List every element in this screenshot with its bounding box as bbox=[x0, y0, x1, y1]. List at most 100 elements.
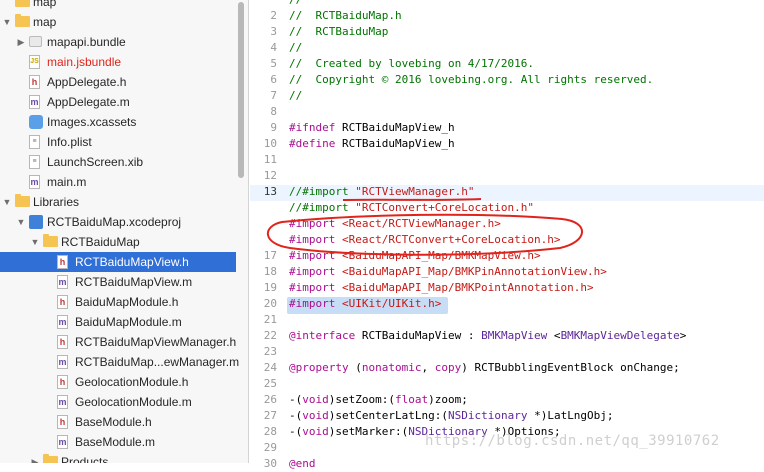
navigator-item[interactable]: Images.xcassets bbox=[0, 112, 236, 132]
disclosure-open-icon[interactable]: ▼ bbox=[16, 216, 26, 228]
navigator-item[interactable]: ▼ RCTBaiduMap bbox=[0, 232, 236, 252]
disclosure-closed-icon[interactable]: ▶ bbox=[30, 456, 40, 463]
code-line[interactable]: #import <React/RCTConvert+CoreLocation.h… bbox=[289, 232, 561, 248]
navigator-item[interactable]: h BaiduMapModule.h bbox=[0, 292, 236, 312]
code-line[interactable]: // Copyright © 2016 lovebing.org. All ri… bbox=[289, 72, 653, 88]
code-token: // Copyright © 2016 lovebing.org. All ri… bbox=[289, 73, 654, 86]
line-number: 18 bbox=[263, 265, 277, 278]
code-token: < bbox=[547, 329, 561, 342]
line-number: 24 bbox=[263, 361, 277, 374]
implementation-file-icon: m bbox=[29, 175, 40, 189]
navigator-item[interactable]: ≡ Info.plist bbox=[0, 132, 236, 152]
navigator-item[interactable]: ≡ LaunchScreen.xib bbox=[0, 152, 236, 172]
implementation-file-icon: m bbox=[57, 315, 68, 329]
code-line[interactable]: #import <BaiduMapAPI_Map/BMKPointAnnotat… bbox=[289, 280, 594, 296]
navigator-item[interactable]: ▼ Libraries bbox=[0, 192, 236, 212]
navigator-item[interactable]: ▶ mapapi.bundle bbox=[0, 32, 236, 52]
line-number: 30 bbox=[263, 457, 277, 470]
navigator-item[interactable]: h BaseModule.h bbox=[0, 412, 236, 432]
code-line[interactable]: // bbox=[289, 88, 302, 104]
code-token: #import bbox=[289, 233, 336, 246]
code-token: // Created by lovebing on 4/17/2016. bbox=[289, 57, 535, 70]
code-line[interactable]: #import <BaiduMapAPI_Map/BMKMapView.h> bbox=[289, 248, 541, 264]
code-token: @end bbox=[289, 457, 316, 470]
code-line[interactable]: #define RCTBaiduMapView_h bbox=[289, 136, 455, 152]
code-token: *)LatLngObj; bbox=[527, 409, 614, 422]
code-token: #import bbox=[289, 281, 336, 294]
code-line[interactable]: #import <UIKit/UIKit.h> bbox=[289, 296, 441, 312]
disclosure-open-icon[interactable]: ▼ bbox=[2, 196, 12, 208]
line-number: 19 bbox=[263, 281, 277, 294]
code-line[interactable]: // bbox=[289, 40, 302, 56]
code-line[interactable]: // bbox=[289, 0, 302, 8]
line-number: 26 bbox=[263, 393, 277, 406]
header-file-icon: h bbox=[57, 295, 68, 309]
line-number: 11 bbox=[263, 153, 277, 166]
code-token: ( bbox=[348, 361, 362, 374]
navigator-item[interactable]: h GeolocationModule.h bbox=[0, 372, 236, 392]
disclosure-closed-icon[interactable]: ▶ bbox=[16, 36, 26, 48]
code-token: @property bbox=[289, 361, 349, 374]
code-line[interactable]: //#import "RCTConvert+CoreLocation.h" bbox=[289, 200, 534, 216]
navigator-item[interactable]: JS main.jsbundle bbox=[0, 52, 236, 72]
navigator-item-label: Libraries bbox=[33, 195, 80, 209]
navigator-item-label: RCTBaiduMap...ewManager.m bbox=[75, 355, 240, 369]
code-token: )setCenterLatLng:( bbox=[328, 409, 448, 422]
navigator-item[interactable]: m GeolocationModule.m bbox=[0, 392, 236, 412]
navigator-item[interactable]: m BaiduMapModule.m bbox=[0, 312, 236, 332]
code-token: <BaiduMapAPI_Map/BMKMapView.h> bbox=[341, 249, 541, 262]
code-token: nonatomic bbox=[361, 361, 422, 374]
navigator-item[interactable]: map bbox=[0, 0, 236, 12]
navigator-item[interactable]: ▼ RCTBaiduMap.xcodeproj bbox=[0, 212, 236, 232]
code-line[interactable]: -(void)setZoom:(float)zoom; bbox=[289, 392, 468, 408]
header-file-icon: h bbox=[57, 255, 68, 269]
navigator-item[interactable]: m main.m bbox=[0, 172, 236, 192]
code-line[interactable]: @interface RCTBaiduMapView : BMKMapView … bbox=[289, 328, 686, 344]
code-line[interactable]: -(void)setCenterLatLng:(NSDictionary *)L… bbox=[289, 408, 614, 424]
navigator-item[interactable]: m RCTBaiduMap...ewManager.m bbox=[0, 352, 240, 372]
code-token: )zoom; bbox=[428, 393, 468, 406]
code-line[interactable]: #import <React/RCTViewManager.h> bbox=[289, 216, 501, 232]
line-number: 25 bbox=[263, 377, 277, 390]
code-token: "RCTViewManager.h" bbox=[355, 185, 475, 198]
header-file-icon: h bbox=[57, 335, 68, 349]
js-file-icon: JS bbox=[29, 55, 40, 69]
navigator-item[interactable]: ▶ Products bbox=[0, 452, 236, 463]
navigator-item-label: AppDelegate.m bbox=[47, 95, 130, 109]
navigator-item[interactable]: h RCTBaiduMapViewManager.h bbox=[0, 332, 236, 352]
code-token: copy bbox=[434, 361, 462, 374]
code-token: BMKMapView bbox=[481, 329, 548, 342]
navigator-item[interactable]: ▼ map bbox=[0, 12, 236, 32]
navigator-item[interactable]: m RCTBaiduMapView.m bbox=[0, 272, 236, 292]
folder-icon bbox=[15, 194, 30, 207]
navigator-item[interactable]: h AppDelegate.h bbox=[0, 72, 236, 92]
code-line[interactable]: //#import "RCTViewManager.h" bbox=[289, 184, 474, 200]
line-number: 20 bbox=[263, 297, 277, 310]
code-line[interactable]: @end bbox=[289, 456, 316, 472]
line-number: 22 bbox=[263, 329, 277, 342]
line-number: 12 bbox=[263, 169, 277, 182]
line-number: 6 bbox=[270, 73, 277, 86]
code-token: )setMarker:( bbox=[328, 425, 409, 438]
code-line[interactable]: #ifndef RCTBaiduMapView_h bbox=[289, 120, 455, 136]
code-token: "RCTConvert+CoreLocation.h" bbox=[355, 201, 535, 214]
disclosure-open-icon[interactable]: ▼ bbox=[2, 16, 12, 28]
navigator-item-label: BaseModule.h bbox=[75, 415, 152, 429]
navigator-item[interactable]: h RCTBaiduMapView.h bbox=[0, 252, 236, 272]
code-line[interactable]: // RCTBaiduMap bbox=[289, 24, 388, 40]
navigator-scrollbar[interactable] bbox=[238, 2, 244, 178]
code-line[interactable]: #import <BaiduMapAPI_Map/BMKPinAnnotatio… bbox=[289, 264, 607, 280]
code-token: #ifndef bbox=[289, 121, 336, 134]
code-token: #import bbox=[289, 265, 336, 278]
disclosure-open-icon[interactable]: ▼ bbox=[30, 236, 40, 248]
code-line[interactable]: // Created by lovebing on 4/17/2016. bbox=[289, 56, 534, 72]
navigator-item[interactable]: m AppDelegate.m bbox=[0, 92, 236, 112]
implementation-file-icon: m bbox=[57, 435, 68, 449]
asset-catalog-icon bbox=[29, 115, 43, 129]
navigator-item[interactable]: m BaseModule.m bbox=[0, 432, 236, 452]
navigator-item-label: RCTBaiduMapViewManager.h bbox=[75, 335, 237, 349]
navigator-item-label: main.jsbundle bbox=[47, 55, 122, 69]
code-token: , bbox=[421, 361, 435, 374]
code-line[interactable]: @property (nonatomic, copy) RCTBubblingE… bbox=[289, 360, 680, 376]
code-line[interactable]: // RCTBaiduMap.h bbox=[289, 8, 402, 24]
